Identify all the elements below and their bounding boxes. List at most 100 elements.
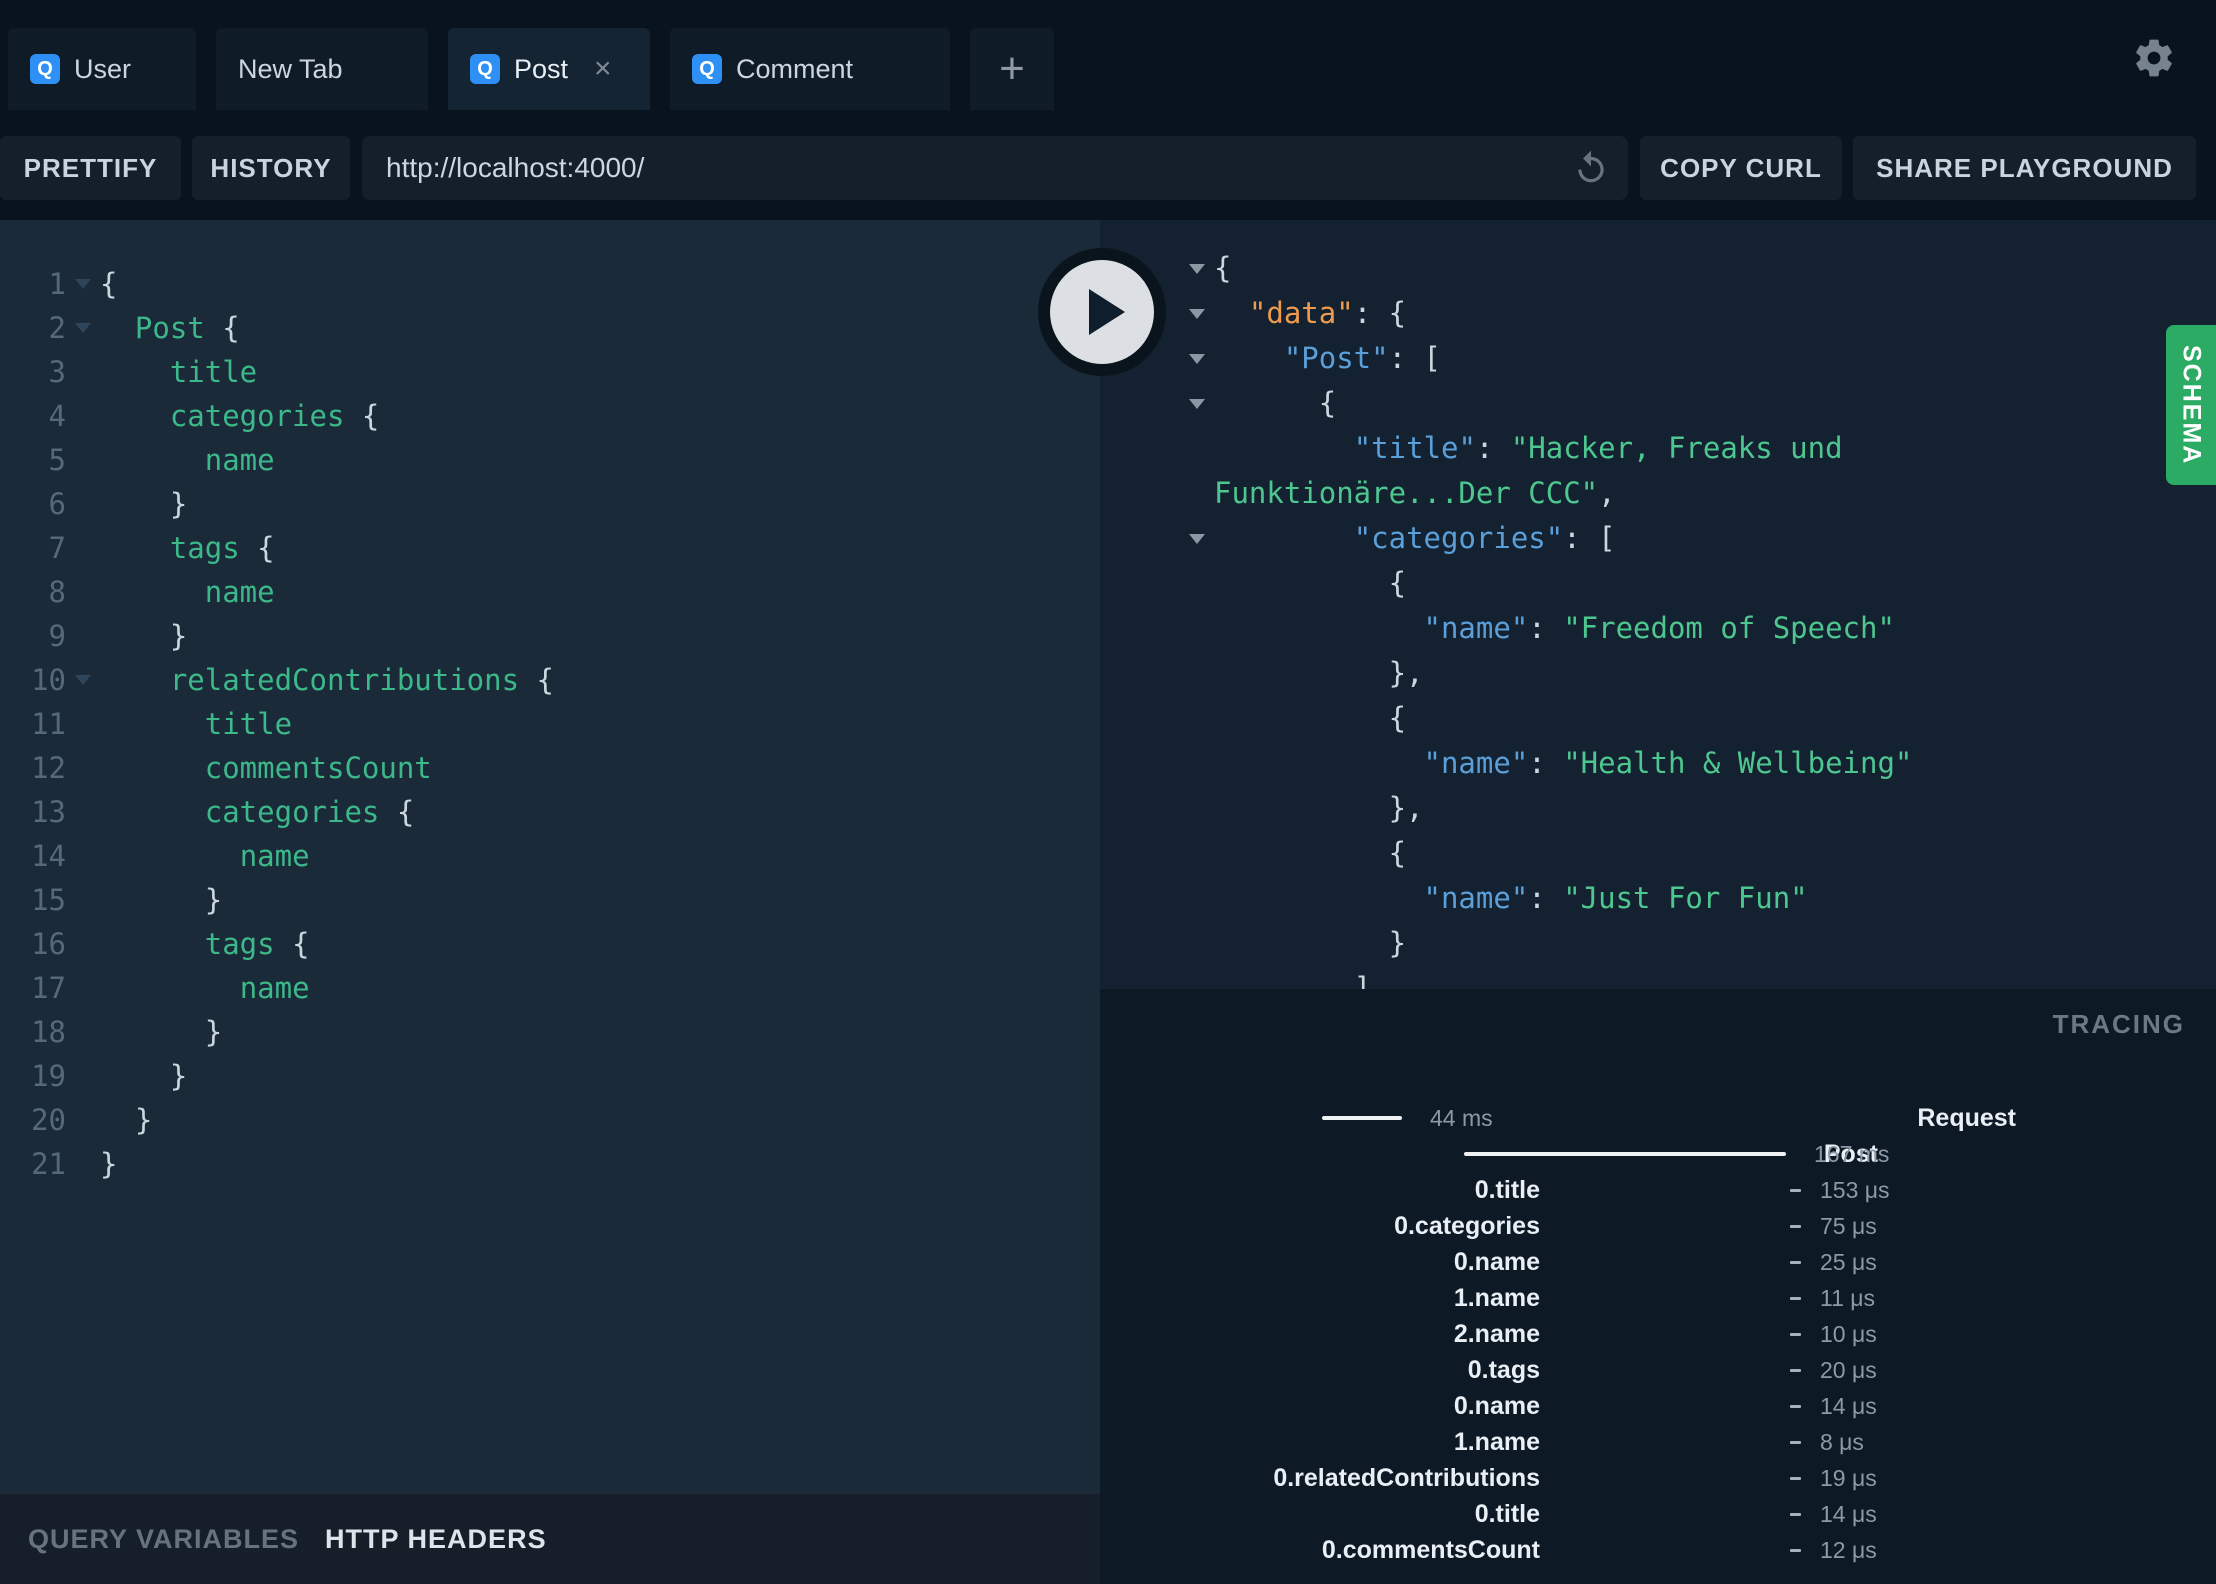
response-line: Funktionäre...Der CCC", — [1180, 471, 2216, 516]
response-line: "data": { — [1180, 291, 2216, 336]
line-number: 17 — [31, 971, 66, 1005]
editor-line[interactable]: 18 } — [0, 1010, 1100, 1054]
trace-duration-bar — [1464, 1152, 1786, 1156]
code-text: } — [100, 619, 188, 653]
editor-line[interactable]: 17 name — [0, 966, 1100, 1010]
line-number: 4 — [48, 399, 66, 433]
fold-gutter — [66, 526, 100, 570]
editor-line[interactable]: 9 } — [0, 614, 1100, 658]
editor-line[interactable]: 4 categories { — [0, 394, 1100, 438]
execute-button[interactable] — [1050, 260, 1154, 364]
prettify-button[interactable]: PRETTIFY — [0, 136, 181, 200]
trace-time: 10 μs — [1820, 1321, 1877, 1347]
fold-arrow-icon[interactable] — [75, 675, 91, 685]
fold-gutter — [66, 702, 100, 746]
fold-gutter — [1180, 966, 1214, 989]
code-text: } — [100, 1015, 223, 1049]
query-badge-icon: Q — [692, 54, 722, 84]
code-text: } — [100, 487, 188, 521]
fold-gutter — [66, 834, 100, 878]
editor-line[interactable]: 5 name — [0, 438, 1100, 482]
editor-line[interactable]: 8 name — [0, 570, 1100, 614]
share-playground-button[interactable]: SHARE PLAYGROUND — [1853, 136, 2196, 200]
editor-line[interactable]: 12 commentsCount — [0, 746, 1100, 790]
query-badge-icon: Q — [30, 54, 60, 84]
fold-gutter — [1180, 336, 1214, 381]
response-line: { — [1180, 246, 2216, 291]
fold-arrow-icon[interactable] — [75, 279, 91, 289]
trace-time: 14 μs — [1820, 1393, 1877, 1419]
code-text: Funktionäre...Der CCC", — [1214, 476, 1616, 510]
code-text: categories { — [204, 795, 415, 829]
query-editor[interactable]: 1{2 Post {3 title 4 categories {5 name 6 }… — [0, 220, 1100, 1494]
tab-post[interactable]: Q Post × — [448, 28, 650, 110]
code-text: } — [100, 883, 223, 917]
editor-line[interactable]: 2 Post { — [0, 306, 1100, 350]
code-text: "data": { — [1248, 296, 1407, 330]
copy-curl-button[interactable]: COPY CURL — [1640, 136, 1842, 200]
code-text: name — [239, 839, 310, 873]
editor-line[interactable]: 20 } — [0, 1098, 1100, 1142]
trace-label: 1.name — [1453, 1284, 1540, 1312]
editor-line[interactable]: 10 relatedContributions { — [0, 658, 1100, 702]
close-icon[interactable]: × — [594, 54, 612, 84]
fold-arrow-icon[interactable] — [75, 323, 91, 333]
fold-gutter — [66, 570, 100, 614]
editor-line[interactable]: 19 } — [0, 1054, 1100, 1098]
code-text: relatedContributions { — [169, 663, 554, 697]
settings-gear-icon[interactable] — [2132, 36, 2176, 80]
line-number: 19 — [31, 1059, 66, 1093]
reload-icon[interactable] — [1572, 149, 1610, 187]
editor-line[interactable]: 11 title — [0, 702, 1100, 746]
trace-time: 20 μs — [1820, 1357, 1877, 1383]
editor-line[interactable]: 1{ — [0, 262, 1100, 306]
editor-line[interactable]: 7 tags { — [0, 526, 1100, 570]
http-headers-tab[interactable]: HTTP HEADERS — [325, 1524, 547, 1555]
new-tab-button[interactable]: + — [970, 28, 1054, 110]
trace-label: 0.tags — [1467, 1356, 1540, 1384]
fold-arrow-icon[interactable] — [1189, 308, 1205, 319]
trace-dash-icon — [1790, 1477, 1801, 1480]
tab-new-tab[interactable]: New Tab — [216, 28, 428, 110]
code-text: }, — [1214, 791, 1424, 825]
endpoint-url-input[interactable] — [362, 136, 1628, 200]
editor-line[interactable]: 14 name — [0, 834, 1100, 878]
history-button[interactable]: HISTORY — [192, 136, 350, 200]
schema-tab[interactable]: SCHEMA — [2166, 325, 2216, 485]
code-text: } — [100, 1147, 118, 1181]
line-number: 18 — [31, 1015, 66, 1049]
fold-gutter — [1180, 606, 1214, 651]
tab-user[interactable]: Q User — [8, 28, 196, 110]
trace-dash-icon — [1790, 1297, 1801, 1300]
trace-row: Request 44 ms — [1100, 1100, 2216, 1136]
editor-line[interactable]: 16 tags { — [0, 922, 1100, 966]
editor-line[interactable]: 21} — [0, 1142, 1100, 1186]
response-line: "name": "Health & Wellbeing" — [1180, 741, 2216, 786]
tab-comment[interactable]: Q Comment — [670, 28, 950, 110]
fold-gutter — [1180, 696, 1214, 741]
editor-line[interactable]: 13 categories { — [0, 790, 1100, 834]
line-number: 9 — [48, 619, 66, 653]
editor-line[interactable]: 15 } — [0, 878, 1100, 922]
fold-gutter — [1180, 876, 1214, 921]
code-text: ] — [1214, 971, 1372, 989]
trace-row: 0.relatedContributions 19 μs — [1100, 1460, 2216, 1496]
fold-arrow-icon[interactable] — [1189, 263, 1205, 274]
plus-icon: + — [999, 44, 1025, 93]
fold-arrow-icon[interactable] — [1189, 533, 1205, 544]
fold-arrow-icon[interactable] — [1189, 398, 1205, 409]
trace-time: 12 μs — [1820, 1537, 1877, 1563]
editor-line[interactable]: 6 } — [0, 482, 1100, 526]
code-text: title — [204, 707, 293, 741]
query-variables-tab[interactable]: QUERY VARIABLES — [28, 1524, 299, 1555]
fold-gutter — [1180, 516, 1214, 561]
response-line: { — [1180, 381, 2216, 426]
schema-tab-label: SCHEMA — [2177, 344, 2206, 466]
trace-dash-icon — [1790, 1441, 1801, 1444]
fold-arrow-icon[interactable] — [1189, 353, 1205, 364]
fold-gutter — [66, 1054, 100, 1098]
code-text: { — [1214, 836, 1407, 870]
editor-line[interactable]: 3 title — [0, 350, 1100, 394]
code-text: categories { — [169, 399, 380, 433]
code-text: "Post": [ — [1283, 341, 1441, 375]
